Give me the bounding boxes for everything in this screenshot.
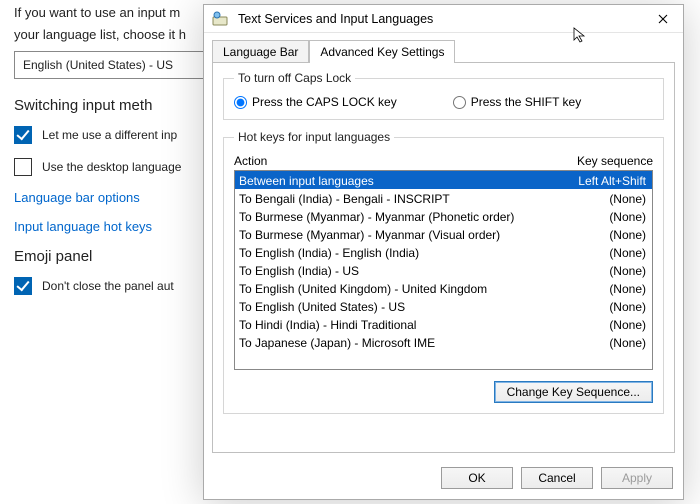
col-action: Action bbox=[234, 154, 267, 168]
hotkey-action: To Burmese (Myanmar) - Myanmar (Visual o… bbox=[239, 227, 500, 241]
radio-label: Press the CAPS LOCK key bbox=[252, 95, 397, 109]
hotkey-action: To Hindi (India) - Hindi Traditional bbox=[239, 317, 416, 331]
hotkeys-group: Hot keys for input languages Action Key … bbox=[223, 130, 664, 414]
dialog-button-bar: OK Cancel Apply bbox=[204, 461, 683, 499]
col-key-sequence: Key sequence bbox=[577, 154, 653, 168]
hotkey-action: Between input languages bbox=[239, 173, 374, 187]
different-input-label: Let me use a different inp bbox=[42, 128, 177, 142]
hotkey-sequence: (None) bbox=[609, 299, 646, 313]
apply-button: Apply bbox=[601, 467, 673, 489]
checkbox-icon[interactable] bbox=[14, 158, 32, 176]
tabstrip: Language Bar Advanced Key Settings bbox=[204, 33, 683, 62]
hotkey-action: To English (United Kingdom) - United Kin… bbox=[239, 281, 487, 295]
hotkey-row[interactable]: Between input languages Left Alt+Shift bbox=[235, 171, 652, 189]
dialog-title: Text Services and Input Languages bbox=[238, 12, 647, 26]
capslock-legend: To turn off Caps Lock bbox=[234, 71, 355, 85]
hotkey-row[interactable]: To English (United Kingdom) - United Kin… bbox=[235, 279, 652, 297]
text-services-dialog: Text Services and Input Languages Langua… bbox=[203, 4, 684, 500]
hotkey-row[interactable]: To Japanese (Japan) - Microsoft IME (None… bbox=[235, 333, 652, 351]
hotkey-action: To Burmese (Myanmar) - Myanmar (Phonetic… bbox=[239, 209, 514, 223]
hotkey-sequence: (None) bbox=[609, 209, 646, 223]
radio-label: Press the SHIFT key bbox=[471, 95, 581, 109]
hotkey-row[interactable]: To English (United States) - US (None) bbox=[235, 297, 652, 315]
hotkey-sequence: (None) bbox=[609, 317, 646, 331]
keyboard-globe-icon bbox=[212, 11, 228, 27]
hotkey-action: To English (India) - English (India) bbox=[239, 245, 419, 259]
radio-input[interactable] bbox=[453, 96, 466, 109]
close-button[interactable] bbox=[647, 7, 679, 31]
checkbox-icon[interactable] bbox=[14, 126, 32, 144]
hotkey-row[interactable]: To English (India) - English (India) (Non… bbox=[235, 243, 652, 261]
default-language-value: English (United States) - US bbox=[23, 58, 173, 72]
radio-capslock-key[interactable]: Press the CAPS LOCK key bbox=[234, 95, 397, 109]
ok-button[interactable]: OK bbox=[441, 467, 513, 489]
hotkey-sequence: Left Alt+Shift bbox=[578, 173, 646, 187]
hotkey-row[interactable]: To Hindi (India) - Hindi Traditional (Non… bbox=[235, 315, 652, 333]
radio-input[interactable] bbox=[234, 96, 247, 109]
close-icon bbox=[658, 14, 668, 24]
desktop-language-label: Use the desktop language bbox=[42, 160, 181, 174]
hotkey-sequence: (None) bbox=[609, 281, 646, 295]
hotkey-row[interactable]: To Burmese (Myanmar) - Myanmar (Visual o… bbox=[235, 225, 652, 243]
hotkey-action: To Bengali (India) - Bengali - INSCRIPT bbox=[239, 191, 450, 205]
hotkey-action: To Japanese (Japan) - Microsoft IME bbox=[239, 335, 435, 349]
hotkey-row[interactable]: To English (India) - US (None) bbox=[235, 261, 652, 279]
hotkey-list[interactable]: Between input languages Left Alt+Shift To … bbox=[234, 170, 653, 370]
hotkey-action: To English (United States) - US bbox=[239, 299, 405, 313]
hotkey-sequence: (None) bbox=[609, 227, 646, 241]
hotkey-action: To English (India) - US bbox=[239, 263, 359, 277]
hotkey-sequence: (None) bbox=[609, 245, 646, 259]
hotkey-sequence: (None) bbox=[609, 263, 646, 277]
tab-content: To turn off Caps Lock Press the CAPS LOC… bbox=[212, 62, 675, 453]
titlebar[interactable]: Text Services and Input Languages bbox=[204, 5, 683, 33]
hotkey-sequence: (None) bbox=[609, 335, 646, 349]
tab-language-bar[interactable]: Language Bar bbox=[212, 40, 309, 63]
capslock-group: To turn off Caps Lock Press the CAPS LOC… bbox=[223, 71, 664, 120]
hotkey-sequence: (None) bbox=[609, 191, 646, 205]
tab-advanced-key-settings[interactable]: Advanced Key Settings bbox=[309, 40, 455, 63]
change-key-sequence-button[interactable]: Change Key Sequence... bbox=[494, 381, 653, 403]
hotkey-row[interactable]: To Bengali (India) - Bengali - INSCRIPT (… bbox=[235, 189, 652, 207]
radio-shift-key[interactable]: Press the SHIFT key bbox=[453, 95, 581, 109]
cancel-button[interactable]: Cancel bbox=[521, 467, 593, 489]
hotkeys-legend: Hot keys for input languages bbox=[234, 130, 394, 144]
hotkey-list-header: Action Key sequence bbox=[234, 154, 653, 168]
hotkey-row[interactable]: To Burmese (Myanmar) - Myanmar (Phonetic… bbox=[235, 207, 652, 225]
emoji-panel-label: Don't close the panel aut bbox=[42, 279, 174, 293]
checkbox-icon[interactable] bbox=[14, 277, 32, 295]
